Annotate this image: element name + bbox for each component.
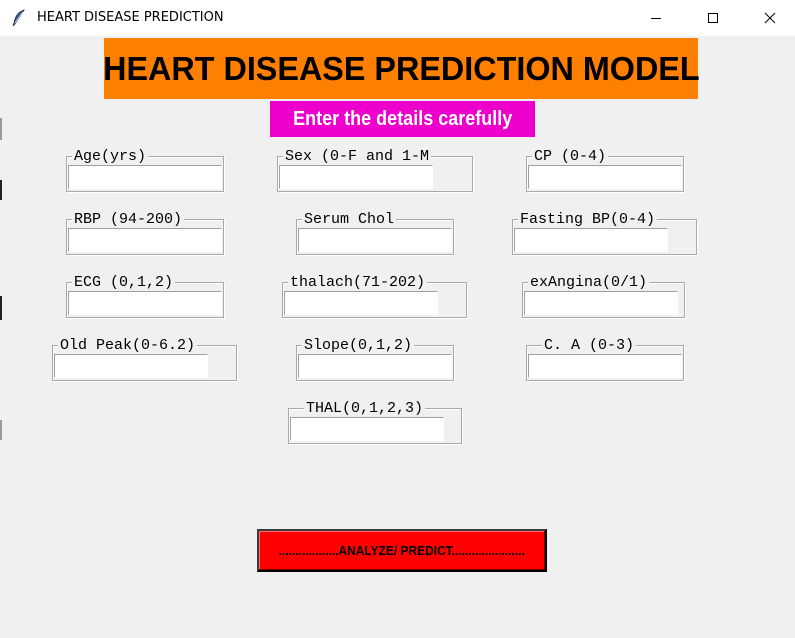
rbp-input[interactable]	[68, 228, 222, 252]
rbp-field: RBP (94-200)	[66, 212, 224, 255]
ca-field: C. A (0-3)	[526, 338, 684, 381]
minimize-button[interactable]	[633, 0, 679, 36]
rbp-label: RBP (94-200)	[72, 211, 185, 228]
age-input[interactable]	[68, 165, 222, 189]
slope-label: Slope(0,1,2)	[302, 337, 415, 354]
maximize-icon	[707, 9, 719, 28]
ecg-label: ECG (0,1,2)	[72, 274, 176, 291]
serum-chol-field: Serum Chol	[296, 212, 454, 255]
instruction-text: Enter the details carefully	[292, 107, 513, 130]
page-title: HEART DISEASE PREDICTION MODEL	[102, 49, 700, 87]
slope-input[interactable]	[298, 354, 452, 378]
cp-input[interactable]	[528, 165, 682, 189]
serum-chol-input[interactable]	[298, 228, 452, 252]
exangina-label: exAngina(0/1)	[528, 274, 650, 291]
feather-icon	[12, 9, 26, 27]
instruction-banner: Enter the details carefully	[270, 101, 535, 137]
thalach-input[interactable]	[284, 291, 438, 315]
fasting-bp-input[interactable]	[514, 228, 668, 252]
old-peak-field: Old Peak(0-6.2)	[52, 338, 237, 381]
age-label: Age(yrs)	[72, 148, 149, 165]
ecg-field: ECG (0,1,2)	[66, 275, 224, 318]
sex-label: Sex (0-F and 1-M	[283, 148, 432, 165]
edge-divider	[0, 180, 2, 200]
cp-label: CP (0-4)	[532, 148, 609, 165]
cp-field: CP (0-4)	[526, 149, 684, 192]
old-peak-label: Old Peak(0-6.2)	[58, 337, 198, 354]
old-peak-input[interactable]	[54, 354, 208, 378]
close-icon	[764, 9, 776, 28]
thalach-label: thalach(71-202)	[288, 274, 428, 291]
title-bar: HEART DISEASE PREDICTION	[0, 0, 795, 36]
exangina-input[interactable]	[524, 291, 678, 315]
minimize-icon	[650, 9, 662, 28]
age-field: Age(yrs)	[66, 149, 224, 192]
fasting-bp-field: Fasting BP(0-4)	[512, 212, 697, 255]
thal-input[interactable]	[290, 417, 444, 441]
edge-divider	[0, 420, 2, 440]
close-button[interactable]	[747, 0, 793, 36]
sex-input[interactable]	[279, 165, 433, 189]
slope-field: Slope(0,1,2)	[296, 338, 454, 381]
sex-field: Sex (0-F and 1-M	[277, 149, 473, 192]
window-title: HEART DISEASE PREDICTION	[37, 10, 224, 25]
serum-chol-label: Serum Chol	[302, 211, 397, 228]
page-title-banner: HEART DISEASE PREDICTION MODEL	[102, 38, 700, 99]
thalach-field: thalach(71-202)	[282, 275, 467, 318]
thal-label: THAL(0,1,2,3)	[304, 400, 426, 417]
exangina-field: exAngina(0/1)	[522, 275, 685, 318]
ca-label: C. A (0-3)	[542, 337, 637, 354]
edge-divider	[0, 118, 2, 140]
fasting-bp-label: Fasting BP(0-4)	[518, 211, 658, 228]
ca-input[interactable]	[528, 354, 682, 378]
edge-divider	[0, 296, 2, 320]
maximize-button[interactable]	[690, 0, 736, 36]
analyze-predict-label: ..................ANALYZE/ PREDICT......…	[278, 543, 526, 558]
thal-field: THAL(0,1,2,3)	[288, 401, 462, 444]
analyze-predict-button[interactable]: ..................ANALYZE/ PREDICT......…	[257, 529, 547, 572]
app-window: HEART DISEASE PREDICTION HEART DISEASE P…	[0, 0, 795, 638]
ecg-input[interactable]	[68, 291, 222, 315]
